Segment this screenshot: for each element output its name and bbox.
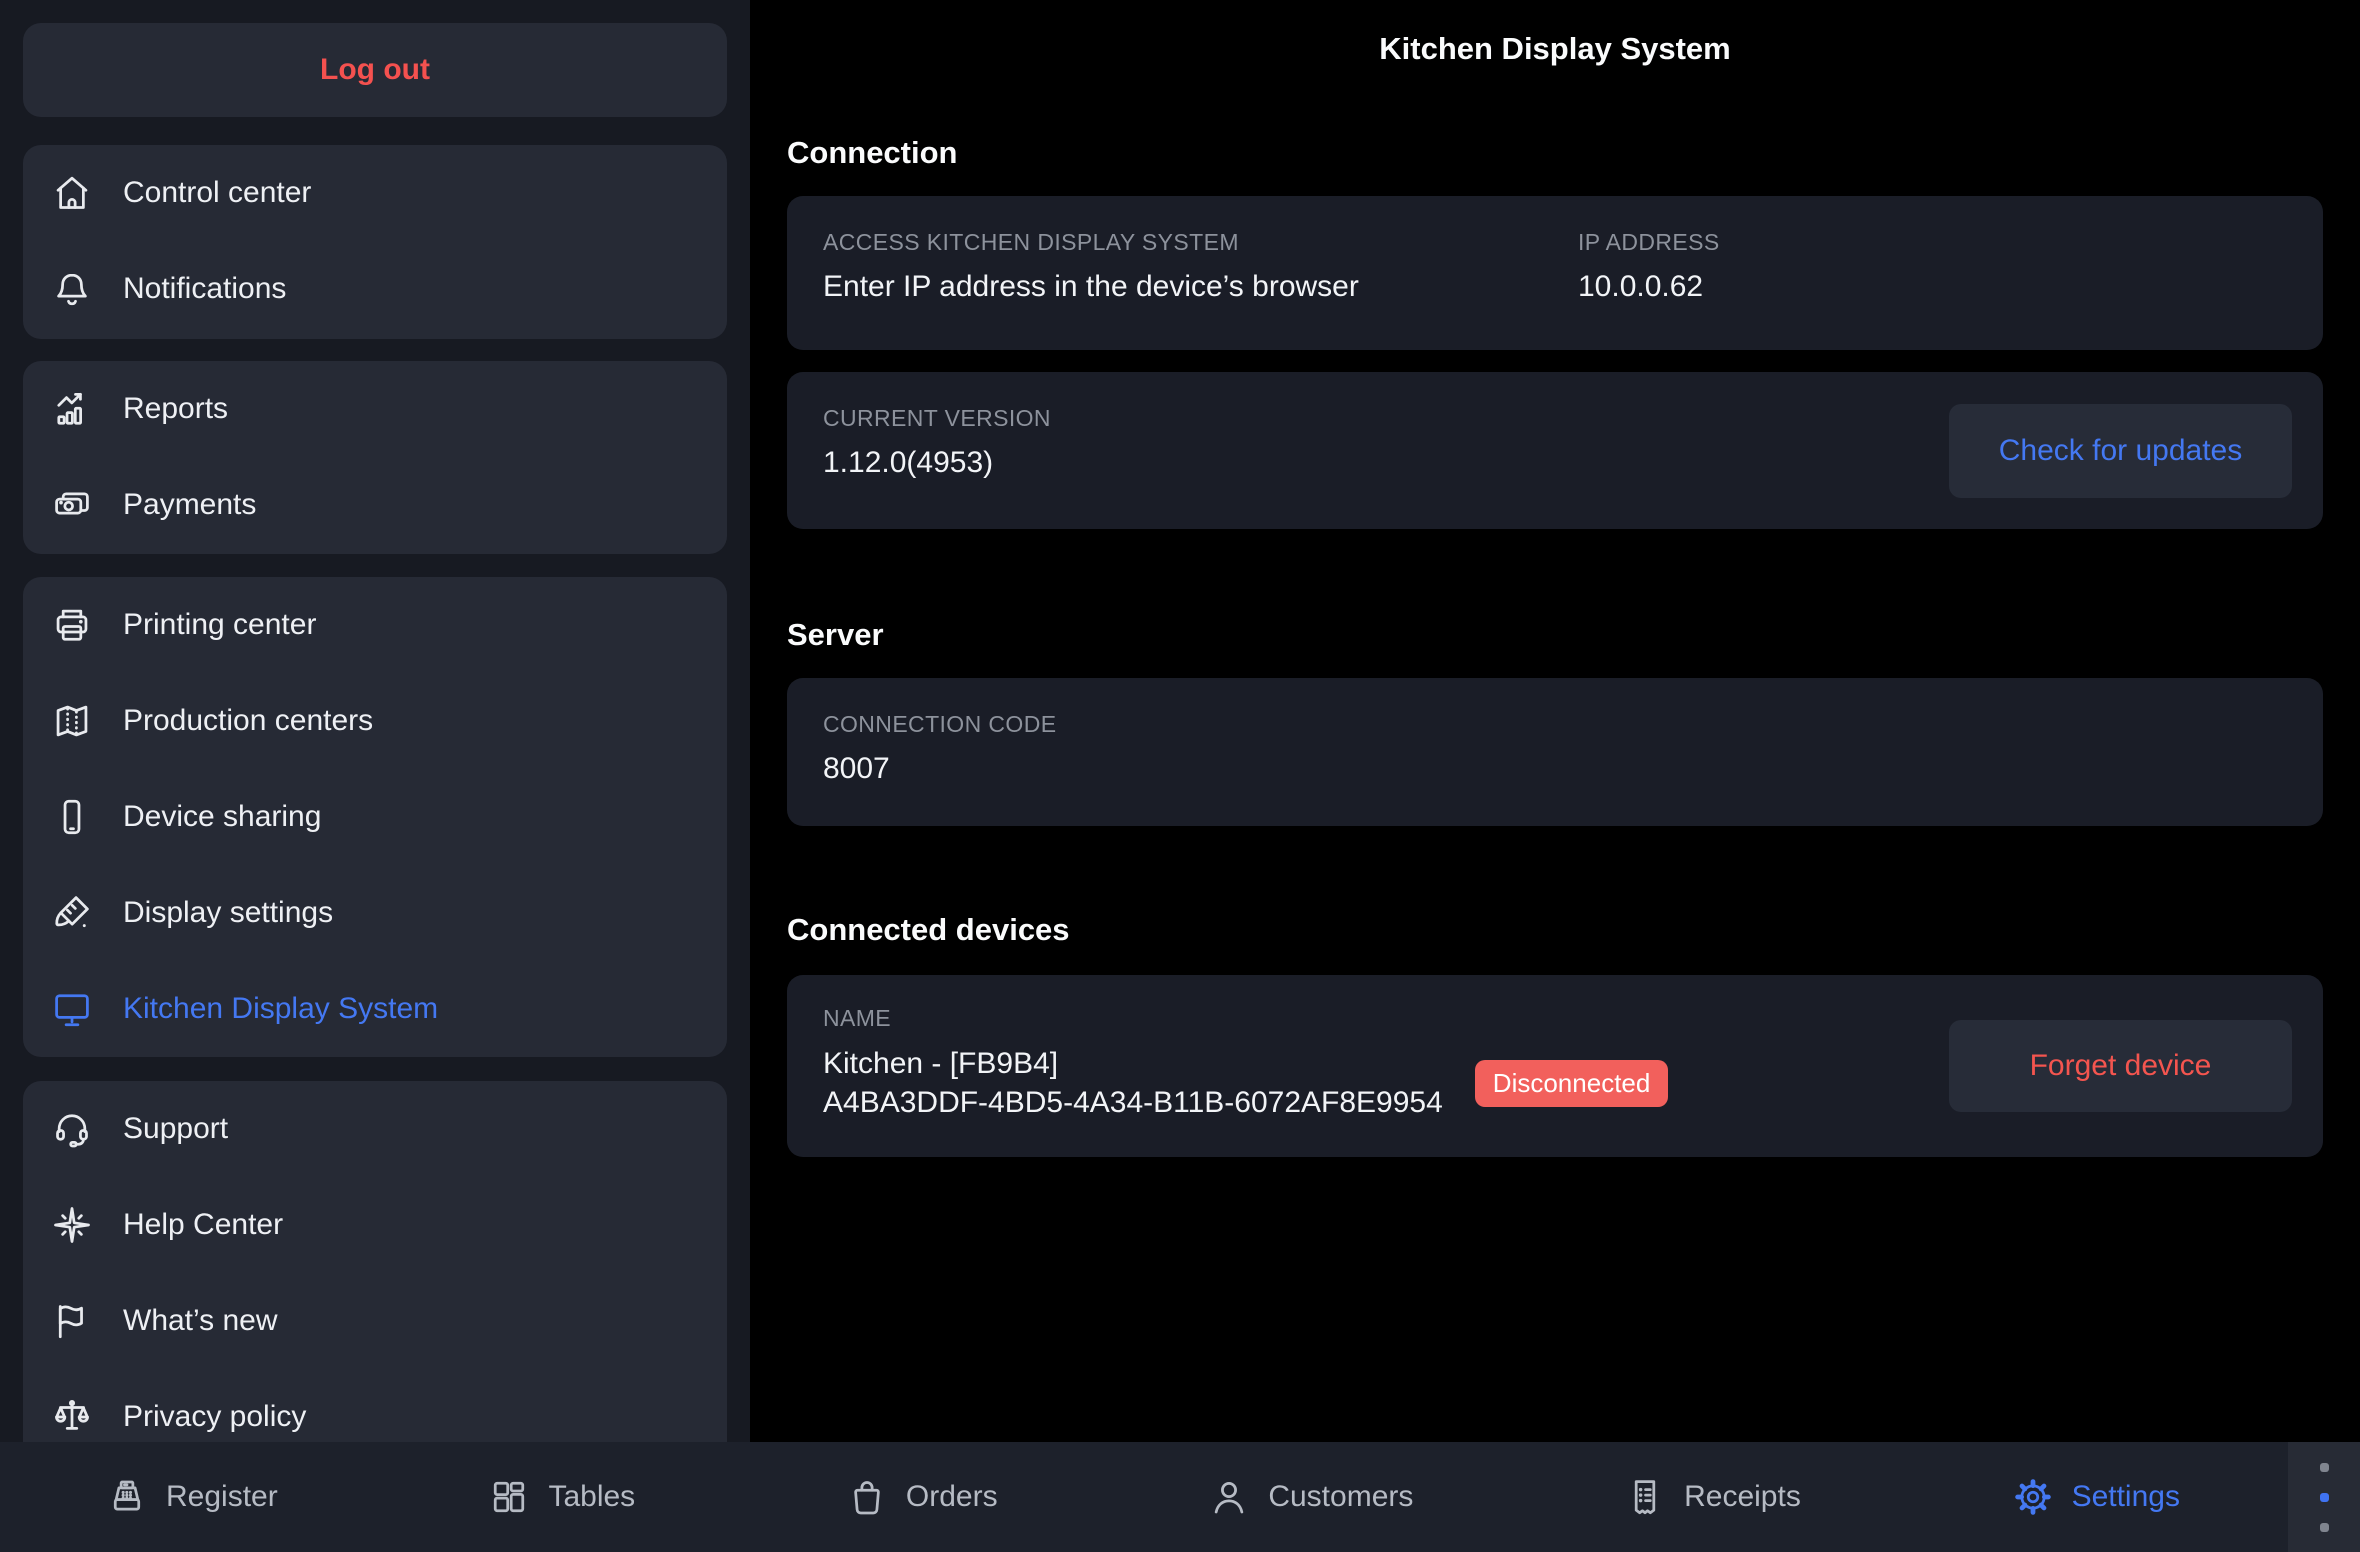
star-icon [49, 1202, 95, 1248]
sidebar-item-label: Device sharing [123, 800, 321, 834]
bottom-nav: Register Tables Orders [0, 1442, 2360, 1552]
indicator-dot [2320, 1523, 2329, 1532]
tab-label: Orders [906, 1480, 998, 1514]
sidebar-group-1: Control center Notifications [23, 145, 727, 339]
ip-value: 10.0.0.62 [1578, 270, 2287, 304]
tab-receipts[interactable]: Receipts [1623, 1475, 1801, 1519]
access-label: ACCESS KITCHEN DISPLAY SYSTEM [823, 229, 1578, 256]
tab-label: Tables [548, 1480, 635, 1514]
server-card: CONNECTION CODE 8007 [787, 678, 2323, 826]
connection-access-card: ACCESS KITCHEN DISPLAY SYSTEM Enter IP a… [787, 196, 2323, 350]
sidebar-group-2: Reports Payments [23, 361, 727, 554]
sidebar-item-label: Help Center [123, 1208, 283, 1242]
sidebar-item-device-sharing[interactable]: Device sharing [23, 769, 727, 865]
cash-register-icon [105, 1475, 149, 1519]
section-heading-connection: Connection [787, 133, 958, 173]
sidebar-item-label: Display settings [123, 896, 333, 930]
tab-customers[interactable]: Customers [1207, 1475, 1413, 1519]
access-value: Enter IP address in the device’s browser [823, 270, 1578, 304]
status-badge: Disconnected [1475, 1060, 1669, 1107]
ip-field: IP ADDRESS 10.0.0.62 [1578, 229, 2287, 350]
connected-device-card: NAME Kitchen - [FB9B4] A4BA3DDF-4BD5-4A3… [787, 975, 2323, 1157]
tab-label: Receipts [1684, 1480, 1801, 1514]
home-icon [49, 170, 95, 216]
sidebar-item-display-settings[interactable]: Display settings [23, 865, 727, 961]
section-heading-connected-devices: Connected devices [787, 910, 1070, 950]
sidebar-item-kitchen-display-system[interactable]: Kitchen Display System [23, 961, 727, 1057]
chart-icon [49, 386, 95, 432]
tab-label: Settings [2072, 1480, 2180, 1514]
paintbrush-icon [49, 890, 95, 936]
main-content: Kitchen Display System Connection ACCESS… [750, 0, 2360, 1442]
tab-label: Register [166, 1480, 278, 1514]
logout-button[interactable]: Log out [320, 53, 430, 87]
section-heading-server: Server [787, 615, 884, 655]
sidebar-item-notifications[interactable]: Notifications [23, 241, 727, 337]
sidebar-item-reports[interactable]: Reports [23, 361, 727, 457]
sidebar-item-label: Support [123, 1112, 228, 1146]
settings-gear-icon [2011, 1475, 2055, 1519]
sidebar-item-label: What’s new [123, 1304, 278, 1338]
flag-icon [49, 1298, 95, 1344]
sidebar-group-3: Printing center Production centers Devic… [23, 577, 727, 1057]
sidebar-item-help-center[interactable]: Help Center [23, 1177, 727, 1273]
sidebar-item-label: Printing center [123, 608, 316, 642]
tab-register[interactable]: Register [105, 1475, 278, 1519]
tab-label: Customers [1268, 1480, 1413, 1514]
indicator-dot-active [2320, 1493, 2329, 1502]
page-title: Kitchen Display System [750, 31, 2360, 67]
sidebar-item-label: Payments [123, 488, 256, 522]
tables-icon [487, 1475, 531, 1519]
map-icon [49, 698, 95, 744]
sidebar-group-4: Support Help Center What’s new [23, 1081, 727, 1442]
bell-icon [49, 266, 95, 312]
logout-card[interactable]: Log out [23, 23, 727, 117]
ip-label: IP ADDRESS [1578, 229, 2287, 256]
banknotes-icon [49, 482, 95, 528]
device-name-value: Kitchen - [FB9B4] A4BA3DDF-4BD5-4A34-B11… [823, 1044, 1443, 1122]
sidebar-item-privacy-policy[interactable]: Privacy policy [23, 1369, 727, 1442]
printer-icon [49, 602, 95, 648]
sidebar: Log out Control center Notifications [0, 0, 750, 1442]
customers-icon [1207, 1475, 1251, 1519]
orders-bag-icon [845, 1475, 889, 1519]
sidebar-item-printing-center[interactable]: Printing center [23, 577, 727, 673]
connection-code-value: 8007 [823, 752, 2287, 786]
sidebar-item-label: Privacy policy [123, 1400, 306, 1434]
version-card: CURRENT VERSION 1.12.0(4953) Check for u… [787, 372, 2323, 529]
sidebar-item-label: Notifications [123, 272, 286, 306]
indicator-dot [2320, 1463, 2329, 1472]
tab-settings[interactable]: Settings [2011, 1475, 2180, 1519]
forget-device-button[interactable]: Forget device [1949, 1020, 2292, 1112]
sidebar-item-support[interactable]: Support [23, 1081, 727, 1177]
receipts-icon [1623, 1475, 1667, 1519]
sidebar-item-payments[interactable]: Payments [23, 457, 727, 553]
sidebar-item-production-centers[interactable]: Production centers [23, 673, 727, 769]
device-id: A4BA3DDF-4BD5-4A34-B11B-6072AF8E9954 [823, 1083, 1443, 1122]
access-field: ACCESS KITCHEN DISPLAY SYSTEM Enter IP a… [823, 229, 1578, 350]
tab-orders[interactable]: Orders [845, 1475, 998, 1519]
scales-icon [49, 1394, 95, 1440]
nav-indicator-strip[interactable] [2288, 1442, 2360, 1552]
sidebar-item-control-center[interactable]: Control center [23, 145, 727, 241]
sidebar-item-label: Kitchen Display System [123, 992, 438, 1026]
check-for-updates-button[interactable]: Check for updates [1949, 404, 2292, 498]
sidebar-item-label: Control center [123, 176, 311, 210]
sidebar-item-whats-new[interactable]: What’s new [23, 1273, 727, 1369]
sidebar-item-label: Production centers [123, 704, 373, 738]
sidebar-item-label: Reports [123, 392, 228, 426]
monitor-icon [49, 986, 95, 1032]
device-name: Kitchen - [FB9B4] [823, 1044, 1443, 1083]
tab-tables[interactable]: Tables [487, 1475, 635, 1519]
smartphone-icon [49, 794, 95, 840]
headset-icon [49, 1106, 95, 1152]
connection-code-label: CONNECTION CODE [823, 711, 2287, 738]
